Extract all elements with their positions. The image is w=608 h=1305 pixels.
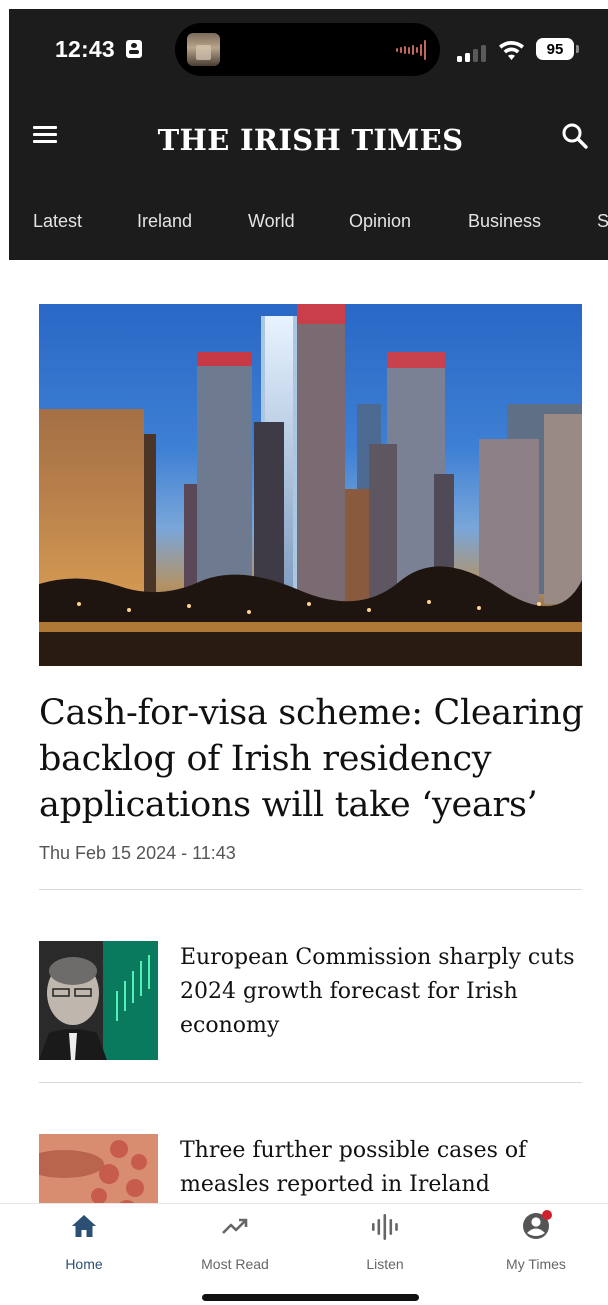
notification-dot <box>542 1210 552 1220</box>
nav-tab-ireland[interactable]: Ireland <box>137 211 192 232</box>
wifi-icon <box>499 40 524 60</box>
nav-tab-world[interactable]: World <box>248 211 295 232</box>
tab-listen[interactable]: Listen <box>325 1212 445 1272</box>
story-title[interactable]: European Commission sharply cuts 2024 gr… <box>180 941 584 1043</box>
lead-story-headline[interactable]: Cash-for-visa scheme: Clearing backlog o… <box>39 690 584 828</box>
battery-icon: 95 <box>536 38 574 60</box>
tab-label: My Times <box>506 1256 566 1272</box>
story-title[interactable]: Three further possible cases of measles … <box>180 1134 584 1202</box>
divider <box>39 889 582 890</box>
tab-label: Listen <box>366 1256 404 1272</box>
tab-label: Home <box>65 1256 103 1272</box>
masthead-logo[interactable]: THE IRISH TIMES <box>9 123 608 157</box>
status-time: 12:43 <box>55 36 115 62</box>
divider <box>39 1082 582 1083</box>
search-icon[interactable] <box>560 121 590 151</box>
dynamic-island[interactable] <box>175 23 440 76</box>
battery-cap <box>576 45 579 53</box>
nav-tab-opinion[interactable]: Opinion <box>349 211 411 232</box>
story-thumbnail-politician <box>39 941 158 1060</box>
tab-home[interactable]: Home <box>24 1212 144 1272</box>
app-header: 12:43 95 THE IRISH TIMES Latest Ireland … <box>9 9 608 260</box>
lead-story-image[interactable] <box>39 304 582 666</box>
album-art-thumbnail <box>187 33 220 66</box>
nav-tab-partial[interactable]: S <box>597 211 608 232</box>
city-skyline-image <box>39 304 582 666</box>
home-indicator[interactable] <box>202 1294 419 1301</box>
home-icon <box>72 1215 96 1237</box>
list-item[interactable]: European Commission sharply cuts 2024 gr… <box>39 941 584 1061</box>
audio-bars-icon <box>372 1214 398 1240</box>
cellular-signal-icon <box>457 45 486 62</box>
bottom-tab-bar: Home Most Read Listen My Times <box>0 1203 608 1305</box>
account-icon <box>523 1210 552 1239</box>
nav-tab-business[interactable]: Business <box>468 211 541 232</box>
nav-tab-latest[interactable]: Latest <box>33 211 82 232</box>
tab-label: Most Read <box>201 1256 269 1272</box>
id-badge-icon <box>126 40 142 58</box>
audio-waveform-icon <box>396 39 426 61</box>
tab-most-read[interactable]: Most Read <box>175 1212 295 1272</box>
status-bar: 12:43 95 <box>9 9 608 89</box>
list-item[interactable]: Three further possible cases of measles … <box>39 1134 584 1203</box>
section-nav: Latest Ireland World Opinion Business S <box>9 211 608 241</box>
lead-story-date: Thu Feb 15 2024 - 11:43 <box>39 843 236 863</box>
tab-my-times[interactable]: My Times <box>476 1210 596 1272</box>
trending-up-icon <box>222 1218 248 1234</box>
story-thumbnail-measles <box>39 1134 158 1203</box>
